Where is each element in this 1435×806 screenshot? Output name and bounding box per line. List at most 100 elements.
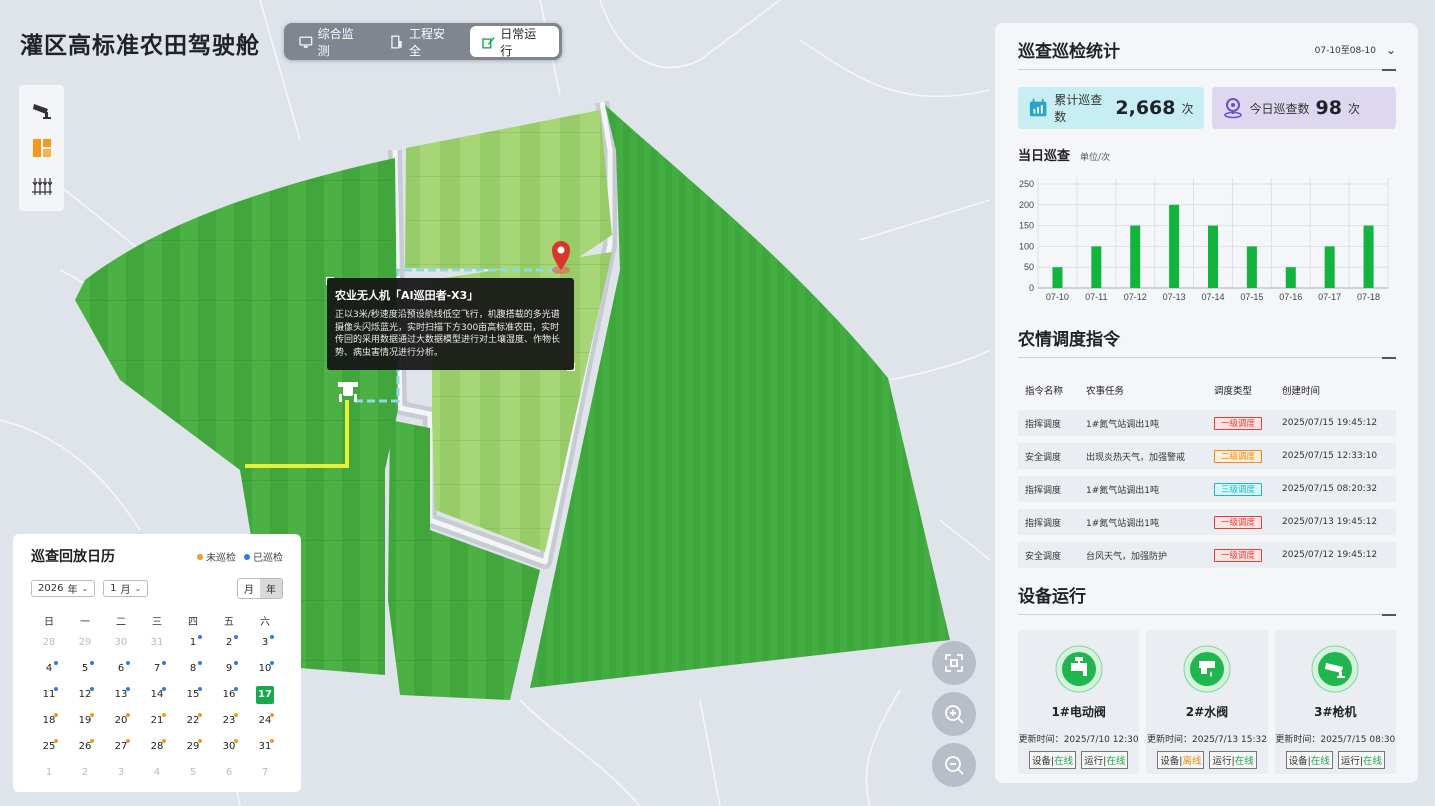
table-row[interactable]: 指挥调度 1#氮气站调出1吨 一级调度 2025/07/15 19:45:12 — [1018, 410, 1396, 436]
calendar-day[interactable]: 10 — [247, 660, 283, 677]
table-row[interactable]: 安全调度 台风天气，加强防护 一级调度 2025/07/12 19:45:12 — [1018, 542, 1396, 568]
bar[interactable] — [1169, 204, 1180, 288]
run-status-label: 运行| — [1212, 756, 1235, 767]
calendar-day[interactable]: 28 — [31, 634, 67, 651]
update-time-label: 更新时间： — [1147, 735, 1193, 745]
calendar-day[interactable]: 5 — [67, 660, 103, 677]
calendar-day[interactable]: 8 — [175, 660, 211, 677]
calendar-day[interactable]: 6 — [211, 764, 247, 781]
year-select[interactable]: 2026 年 ⌄ — [31, 580, 96, 597]
calendar-day[interactable]: 28 — [139, 738, 175, 755]
calendar-day[interactable]: 20 — [103, 712, 139, 729]
run-status-value: 在线 — [1363, 756, 1383, 767]
day-number: 19 — [78, 715, 92, 726]
calendar-day[interactable]: 25 — [31, 738, 67, 755]
crop-layer-button[interactable] — [27, 171, 57, 201]
calendar-day[interactable]: 12 — [67, 686, 103, 703]
x-tick-label: 07-14 — [1201, 292, 1224, 302]
calendar-day[interactable]: 29 — [175, 738, 211, 755]
calendar-day[interactable]: 24 — [247, 712, 283, 729]
device-status-badge[interactable]: 设备|离线 — [1157, 751, 1205, 769]
calendar-day[interactable]: 30 — [211, 738, 247, 755]
calendar-day[interactable]: 23 — [211, 712, 247, 729]
run-status-badge[interactable]: 运行|在线 — [1209, 751, 1257, 769]
calendar-day[interactable]: 7 — [139, 660, 175, 677]
calendar-day[interactable]: 31 — [139, 634, 175, 651]
calendar-day[interactable]: 13 — [103, 686, 139, 703]
date-range-select[interactable]: 07-10至08-10 ⌄ — [1315, 43, 1396, 57]
calendar-day[interactable]: 26 — [67, 738, 103, 755]
order-type-cell: 一级调度 — [1214, 416, 1282, 430]
calendar-day[interactable]: 18 — [31, 712, 67, 729]
table-row[interactable]: 安全调度 出现炎热天气，加强警戒 二级调度 2025/07/15 12:33:10 — [1018, 443, 1396, 469]
tab-engineering-safety[interactable]: 工程安全 — [378, 26, 467, 58]
calendar-day[interactable]: 15 — [175, 686, 211, 703]
field-layer-button[interactable] — [27, 133, 57, 163]
update-time-label: 更新时间： — [1018, 735, 1064, 745]
bar[interactable] — [1130, 225, 1141, 288]
tab-daily-operation[interactable]: 日常运行 — [469, 26, 559, 58]
calendar-day[interactable]: 2 — [67, 764, 103, 781]
mode-month-button[interactable]: 月 — [238, 579, 260, 598]
unchecked-marker — [162, 739, 166, 743]
calendar-day[interactable]: 11 — [31, 686, 67, 703]
zoom-in-button[interactable] — [932, 692, 976, 736]
bar[interactable] — [1363, 225, 1374, 288]
calendar-day[interactable]: 30 — [103, 634, 139, 651]
run-status-badge[interactable]: 运行|在线 — [1081, 751, 1129, 769]
calendar-legend: 未巡检 已巡检 — [197, 549, 283, 564]
device-status-label: 设备| — [1160, 756, 1183, 767]
fullscreen-button[interactable] — [932, 641, 976, 685]
calendar-day[interactable]: 5 — [175, 764, 211, 781]
calendar-day[interactable]: 27 — [103, 738, 139, 755]
table-row[interactable]: 指挥调度 1#氮气站调出1吨 三级调度 2025/07/15 08:20:32 — [1018, 476, 1396, 502]
run-status-badge[interactable]: 运行|在线 — [1337, 751, 1386, 769]
zoom-out-button[interactable] — [932, 743, 976, 787]
calendar-day[interactable]: 21 — [139, 712, 175, 729]
device-card[interactable]: 3#枪机 更新时间：2025/7/15 08:30 设备|在线 运行|在线 — [1274, 630, 1396, 774]
calendar-day[interactable]: 1 — [175, 634, 211, 651]
calendar-day[interactable]: 4 — [139, 764, 175, 781]
checked-marker — [270, 661, 274, 665]
device-status-badge[interactable]: 设备|在线 — [1285, 751, 1333, 769]
calendar-day[interactable]: 4 — [31, 660, 67, 677]
month-select[interactable]: 1 月 ⌄ — [103, 580, 149, 597]
calendar-day[interactable]: 3 — [247, 634, 283, 651]
calendar-day[interactable]: 16 — [211, 686, 247, 703]
calendar-day[interactable]: 29 — [67, 634, 103, 651]
calendar-day[interactable]: 19 — [67, 712, 103, 729]
calendar-day-selected[interactable]: 17 — [247, 686, 283, 704]
calendar-day[interactable]: 14 — [139, 686, 175, 703]
day-number: 6 — [117, 663, 125, 674]
day-number: 10 — [258, 663, 272, 674]
tab-label: 工程安全 — [408, 26, 445, 58]
calendar-day[interactable]: 9 — [211, 660, 247, 677]
camera-layer-button[interactable] — [27, 95, 57, 125]
x-tick-label: 07-15 — [1240, 292, 1263, 302]
bar[interactable] — [1246, 246, 1257, 288]
day-number: 3 — [117, 767, 125, 778]
location-pin-icon[interactable] — [552, 241, 570, 274]
calendar-day[interactable]: 1 — [31, 764, 67, 781]
month-unit: 月 — [120, 585, 131, 596]
device-status-badge[interactable]: 设备|在线 — [1028, 751, 1077, 769]
calendar-day[interactable]: 6 — [103, 660, 139, 677]
bar[interactable] — [1052, 267, 1063, 288]
bar[interactable] — [1285, 267, 1296, 288]
calendar-day[interactable]: 22 — [175, 712, 211, 729]
table-row[interactable]: 指挥调度 1#氮气站调出1吨 一级调度 2025/07/13 19:45:12 — [1018, 509, 1396, 535]
legend-unchecked: 未巡检 — [197, 549, 236, 564]
calendar-day[interactable]: 3 — [103, 764, 139, 781]
valve-icon — [1055, 645, 1103, 693]
device-card[interactable]: 1#电动阀 更新时间：2025/7/10 12:30 设备|在线 运行|在线 — [1018, 630, 1140, 774]
bar[interactable] — [1324, 246, 1335, 288]
bar[interactable] — [1091, 246, 1102, 288]
mode-year-button[interactable]: 年 — [260, 579, 282, 598]
calendar-day[interactable]: 2 — [211, 634, 247, 651]
calendar-day[interactable]: 7 — [247, 764, 283, 781]
calendar-day[interactable]: 31 — [247, 738, 283, 755]
camera-icon — [1311, 645, 1359, 693]
bar[interactable] — [1208, 225, 1218, 288]
tab-comprehensive-monitoring[interactable]: 综合监测 — [287, 26, 376, 58]
device-card[interactable]: 2#水阀 更新时间：2025/7/13 15:32 设备|离线 运行|在线 — [1146, 630, 1268, 774]
